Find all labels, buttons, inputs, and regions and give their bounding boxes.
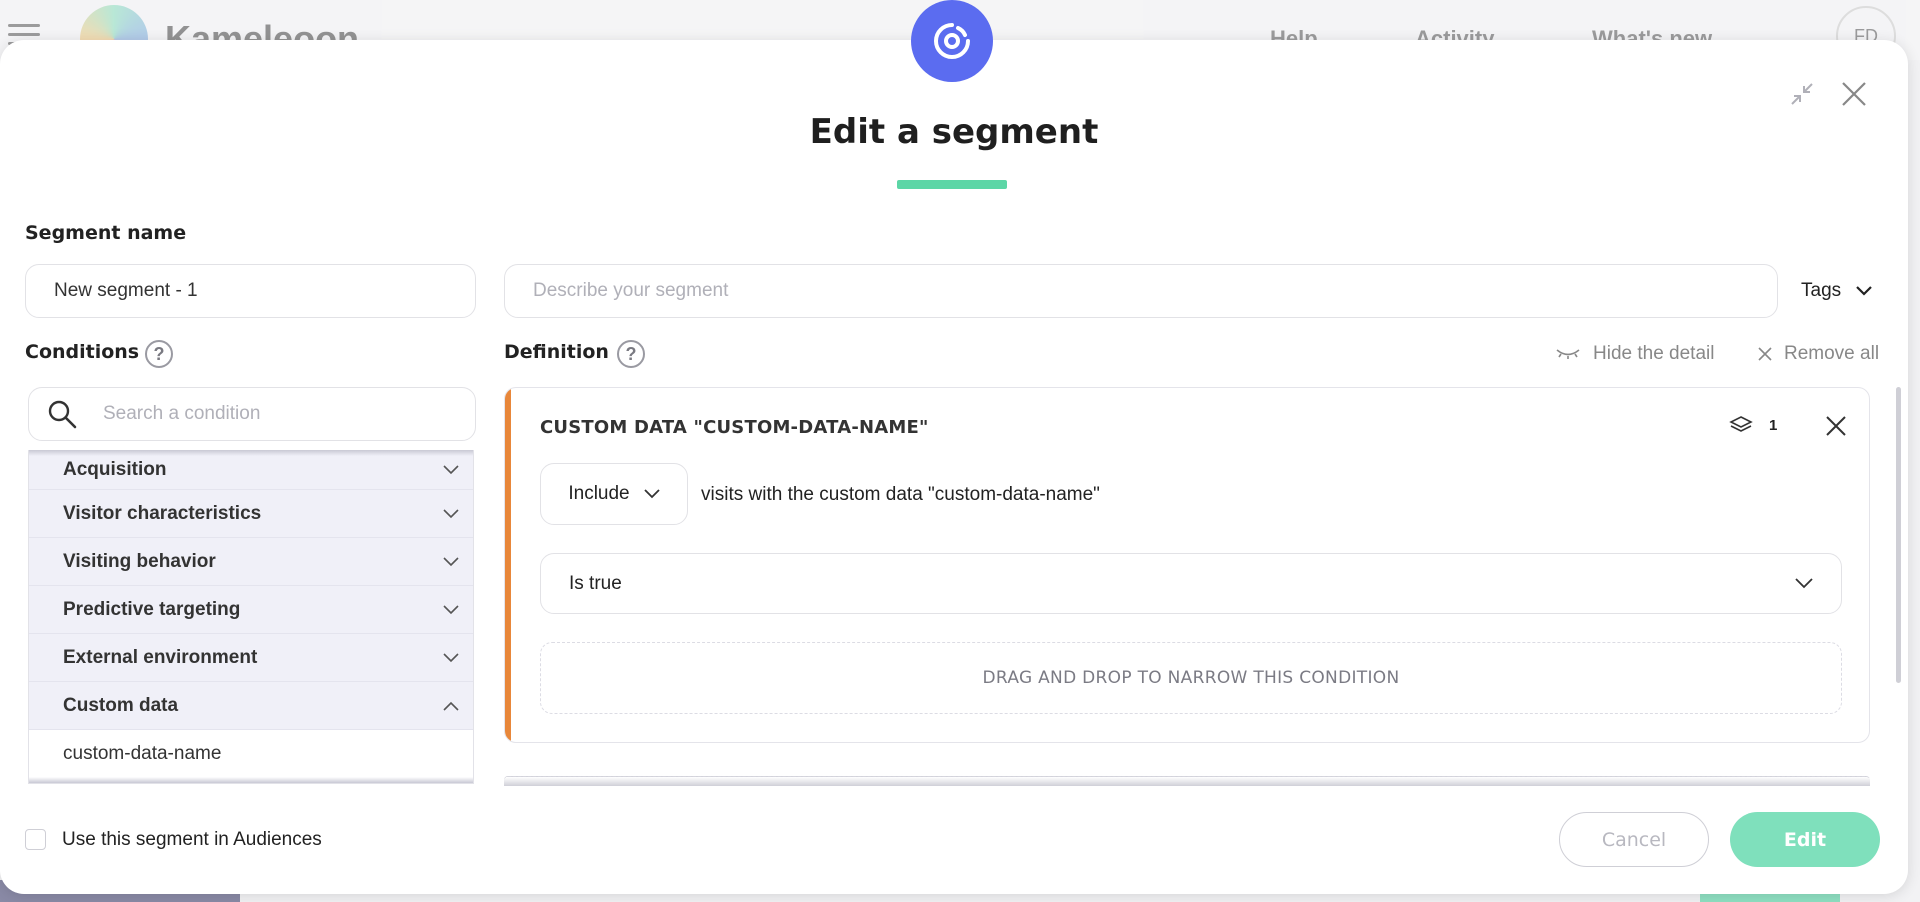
definition-help-icon[interactable]: ? [617, 340, 645, 368]
segment-badge-icon [911, 0, 993, 82]
category-external-environment[interactable]: External environment [29, 634, 473, 682]
condition-item-custom-data-name[interactable]: custom-data-name [29, 730, 473, 778]
chevron-down-icon [443, 464, 459, 474]
category-visitor-characteristics[interactable]: Visitor characteristics [29, 490, 473, 538]
layers-icon [1729, 416, 1753, 432]
definition-label: Definition [504, 341, 609, 363]
minimize-icon[interactable] [1788, 80, 1816, 108]
segment-name-input[interactable] [25, 264, 476, 318]
chevron-up-icon [443, 701, 459, 711]
chevron-down-icon [644, 489, 660, 499]
edit-button[interactable]: Edit [1730, 812, 1880, 867]
condition-search-input[interactable] [103, 403, 433, 425]
condition-description: visits with the custom data "custom-data… [701, 484, 1100, 505]
conditions-help-icon[interactable]: ? [145, 340, 173, 368]
close-modal-icon[interactable] [1840, 80, 1868, 108]
use-in-audiences-label: Use this segment in Audiences [62, 829, 322, 850]
conditions-label: Conditions [25, 341, 140, 363]
condition-card: CUSTOM DATA "CUSTOM-DATA-NAME" 1 Include… [504, 387, 1870, 743]
next-condition-edge [504, 776, 1870, 786]
eye-closed-icon [1556, 349, 1580, 359]
category-predictive-targeting[interactable]: Predictive targeting [29, 586, 473, 634]
category-custom-data[interactable]: Custom data [29, 682, 473, 730]
category-visiting-behavior[interactable]: Visiting behavior [29, 538, 473, 586]
chevron-down-icon [443, 652, 459, 662]
modal-title: Edit a segment [809, 112, 1099, 152]
condition-card-title: CUSTOM DATA "CUSTOM-DATA-NAME" [540, 417, 929, 438]
close-icon [1758, 347, 1772, 361]
chevron-down-icon [443, 556, 459, 566]
cancel-button[interactable]: Cancel [1559, 812, 1709, 867]
conditions-list: Acquisition Visitor characteristics Visi… [28, 450, 474, 784]
condition-card-accent [505, 388, 511, 742]
condition-value-dropdown[interactable]: Is true [540, 553, 1842, 614]
condition-search[interactable] [28, 387, 476, 441]
tags-dropdown[interactable]: Tags [1801, 280, 1873, 302]
include-dropdown[interactable]: Include [540, 463, 688, 525]
category-acquisition[interactable]: Acquisition [29, 450, 473, 490]
remove-condition-icon[interactable] [1825, 415, 1847, 442]
edit-segment-modal: Edit a segment Segment name Tags Conditi… [0, 0, 1908, 894]
segment-name-label: Segment name [25, 222, 187, 244]
title-underline [897, 180, 1007, 189]
tags-label: Tags [1801, 280, 1842, 301]
layer-count: 1 [1729, 415, 1777, 435]
use-in-audiences-checkbox[interactable] [25, 829, 46, 850]
chevron-down-icon [443, 508, 459, 518]
narrow-condition-dropzone[interactable]: DRAG AND DROP TO NARROW THIS CONDITION [540, 642, 1842, 714]
definition-scrollbar[interactable] [1896, 387, 1901, 683]
chevron-down-icon [443, 604, 459, 614]
chevron-down-icon [1795, 578, 1813, 589]
chevron-down-icon [1856, 286, 1872, 296]
search-icon [48, 400, 77, 429]
remove-all-button[interactable]: Remove all [1758, 343, 1879, 365]
hide-detail-button[interactable]: Hide the detail [1555, 343, 1714, 365]
segment-description-input[interactable] [504, 264, 1778, 318]
